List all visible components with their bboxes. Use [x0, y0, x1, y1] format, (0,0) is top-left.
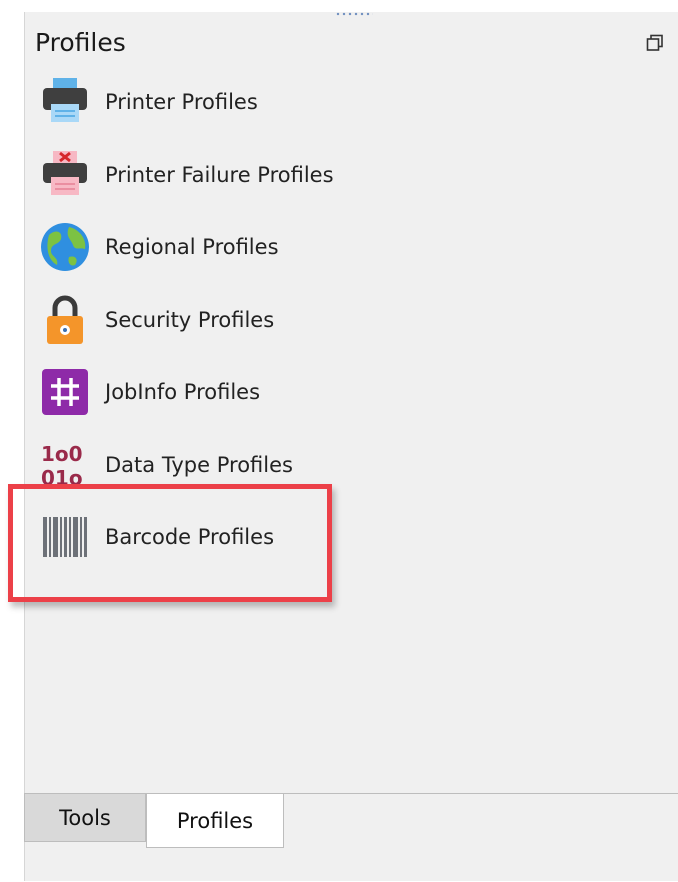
profile-item-barcode[interactable]: Barcode Profiles: [39, 507, 459, 567]
panel-title: Profiles: [35, 28, 126, 57]
barcode-icon: [39, 511, 91, 563]
lock-icon: [39, 294, 91, 346]
profile-item-label: Barcode Profiles: [105, 525, 275, 549]
profile-item-label: Regional Profiles: [105, 235, 279, 259]
binary-glyph-line-2: 01o: [41, 466, 83, 490]
printer-icon: [39, 76, 91, 128]
profile-item-regional[interactable]: Regional Profiles: [39, 217, 459, 277]
binary-glyph-line-1: 1o0: [41, 442, 83, 466]
printer-failure-icon: [39, 149, 91, 201]
profile-item-label: Data Type Profiles: [105, 453, 293, 477]
panel-drag-grip[interactable]: [335, 12, 373, 16]
profile-item-data-type[interactable]: 1o0 01o Data Type Profiles: [39, 435, 459, 495]
profile-item-jobinfo[interactable]: JobInfo Profiles: [39, 362, 459, 422]
tab-profiles[interactable]: Profiles: [146, 794, 284, 848]
profile-item-security[interactable]: Security Profiles: [39, 290, 459, 350]
profile-item-label: Printer Failure Profiles: [105, 163, 334, 187]
profiles-panel: Profiles Printer Profiles Printer Failur…: [24, 12, 678, 881]
binary-data-icon: 1o0 01o: [39, 439, 91, 491]
profile-item-printer[interactable]: Printer Profiles: [39, 72, 459, 132]
tab-tools[interactable]: Tools: [24, 794, 146, 842]
profile-item-printer-failure[interactable]: Printer Failure Profiles: [39, 145, 459, 205]
globe-icon: [39, 221, 91, 273]
restore-window-icon[interactable]: [646, 34, 664, 52]
profile-item-label: JobInfo Profiles: [105, 380, 261, 404]
hash-icon: [39, 366, 91, 418]
bottom-tab-bar: Tools Profiles: [24, 793, 678, 882]
profile-item-label: Printer Profiles: [105, 90, 258, 114]
profile-item-label: Security Profiles: [105, 308, 275, 332]
